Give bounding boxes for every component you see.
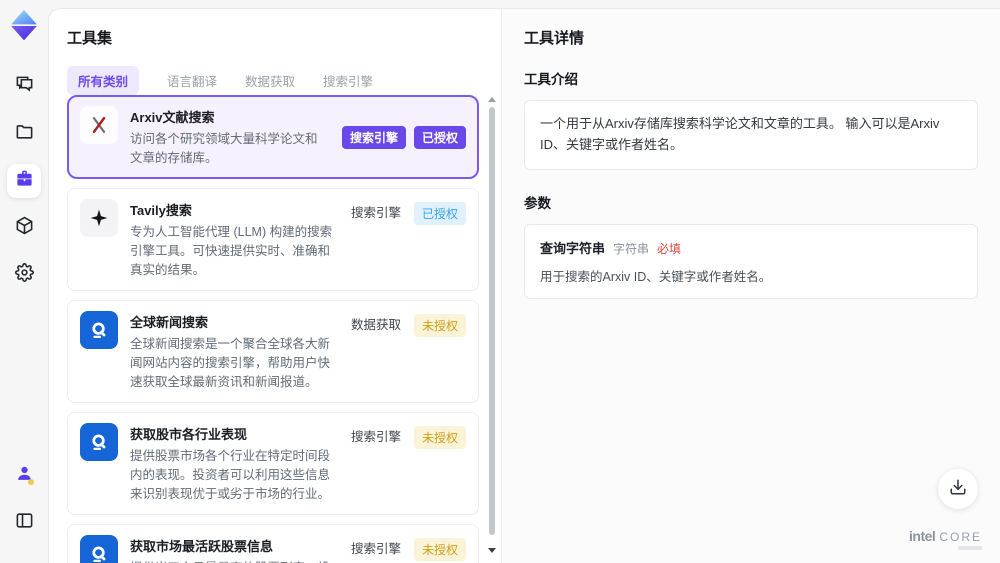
tool-card-list: Arxiv文献搜索 访问各个研究领域大量科学论文和文章的存储库。 搜索引擎 已授… [67,95,479,563]
status-badge: 未授权 [413,538,466,561]
tab-language-translation[interactable]: 语言翻译 [167,71,217,90]
status-badge: 未授权 [413,426,466,449]
tool-description: 访问各个研究领域大量科学论文和文章的存储库。 [130,132,318,165]
download-icon [949,478,967,501]
gear-icon [14,263,34,287]
avatar-status-dot [28,479,34,485]
tab-search-engine[interactable]: 搜索引擎 [323,71,373,90]
cube-icon [15,216,34,240]
intro-text: 一个用于从Arxiv存储库搜索科学论文和文章的工具。 输入可以是Arxiv ID… [540,116,940,152]
category-tabs: 所有类别 语言翻译 数据获取 搜索引擎 [67,65,483,95]
scrollbar-down-arrow-icon[interactable] [488,548,496,553]
tool-detail-panel: 工具详情 工具介绍 一个用于从Arxiv存储库搜索科学论文和文章的工具。 输入可… [501,9,1000,563]
category-label: 搜索引擎 [350,542,401,556]
sidebar-item-tools[interactable] [7,164,41,198]
intro-heading: 工具介绍 [524,72,578,87]
status-badge: 未授权 [413,314,466,337]
sidebar-item-chat[interactable] [7,70,41,104]
scrollbar-up-arrow-icon[interactable] [488,97,496,102]
intro-box: 一个用于从Arxiv存储库搜索科学论文和文章的工具。 输入可以是Arxiv ID… [524,100,978,170]
tool-name: Arxiv文献搜索 [130,110,215,125]
tool-card-most-active-stocks[interactable]: 获取市场最活跃股票信息 提供当天交易量最高的股票列表，投资者可以利用这些信息来识… [67,524,479,563]
intel-core-logo: intel core [909,529,982,550]
core-logo-text: core [939,530,982,544]
download-button[interactable] [938,469,978,509]
param-name: 查询字符串 [540,240,606,256]
panel-toggle-icon [15,511,34,535]
sidebar-item-files[interactable] [7,117,41,151]
sidebar-item-settings[interactable] [7,258,41,292]
param-required-badge: 必填 [657,241,682,256]
scrollbar-thumb[interactable] [489,107,495,535]
app-logo-icon [10,10,38,41]
tool-name: Tavily搜索 [130,203,192,218]
category-label: 搜索引擎 [350,206,401,220]
category-label: 数据获取 [350,318,401,332]
news-q-logo-icon [80,311,118,349]
tool-card-sector-performance[interactable]: 获取股市各行业表现 提供股票市场各个行业在特定时间段内的表现。投资者可以利用这些… [67,412,479,515]
tab-all-categories[interactable]: 所有类别 [67,65,140,95]
sidebar-item-models[interactable] [7,211,41,245]
intel-logo-text: intel [909,528,936,544]
app-sidebar [0,0,48,563]
tool-name: 全球新闻搜索 [130,315,209,330]
category-label: 搜索引擎 [350,430,401,444]
folder-icon [15,122,34,146]
tool-list-panel: 工具集 所有类别 语言翻译 数据获取 搜索引擎 Arxiv文献搜索 访问各个研究… [49,9,501,563]
tool-description: 提供当天交易量最高的股票列表，投资者可以利用这些信息来识别流动性强的股票和潜在的… [130,559,337,563]
stock-q-logo-icon [80,423,118,461]
category-badge: 搜索引擎 [341,125,406,149]
main-panel: 工具集 所有类别 语言翻译 数据获取 搜索引擎 Arxiv文献搜索 访问各个研究… [48,8,1000,563]
tool-name: 获取市场最活跃股票信息 [130,539,274,554]
tab-data-fetch[interactable]: 数据获取 [245,71,295,90]
detail-title: 工具详情 [524,30,585,47]
sidebar-item-collapse-panel[interactable] [7,506,41,540]
param-description: 用于搜索的Arxiv ID、关键字或作者姓名。 [540,269,772,284]
sidebar-item-account[interactable] [7,459,41,493]
tool-card-arxiv[interactable]: Arxiv文献搜索 访问各个研究领域大量科学论文和文章的存储库。 搜索引擎 已授… [67,95,479,179]
intel-logo-subline [958,546,982,550]
chat-icon [15,75,34,99]
tool-name: 获取股市各行业表现 [130,427,248,442]
tool-description: 全球新闻搜索是一个聚合全球各大新闻网站内容的搜索引擎，帮助用户快速获取全球最新资… [130,337,331,389]
status-badge: 已授权 [413,125,466,149]
page-title: 工具集 [67,30,113,47]
tool-description: 提供股票市场各个行业在特定时间段内的表现。投资者可以利用这些信息来识别表现优于或… [130,449,331,501]
status-badge: 已授权 [413,202,466,225]
arxiv-logo-icon [80,106,118,144]
tool-description: 专为人工智能代理 (LLM) 构建的搜索引擎工具。可快速提供实时、准确和真实的结… [130,225,333,277]
tool-card-tavily[interactable]: Tavily搜索 专为人工智能代理 (LLM) 构建的搜索引擎工具。可快速提供实… [67,188,479,291]
list-scrollbar[interactable] [487,97,497,553]
stock-q-logo-icon [80,535,118,563]
parameter-box: 查询字符串 字符串 必填 用于搜索的Arxiv ID、关键字或作者姓名。 [524,223,978,299]
tavily-star-icon [80,199,118,237]
tool-card-global-news[interactable]: 全球新闻搜索 全球新闻搜索是一个聚合全球各大新闻网站内容的搜索引擎，帮助用户快速… [67,300,479,403]
briefcase-icon [15,169,34,193]
param-type: 字符串 [613,241,650,256]
params-heading: 参数 [524,195,551,211]
